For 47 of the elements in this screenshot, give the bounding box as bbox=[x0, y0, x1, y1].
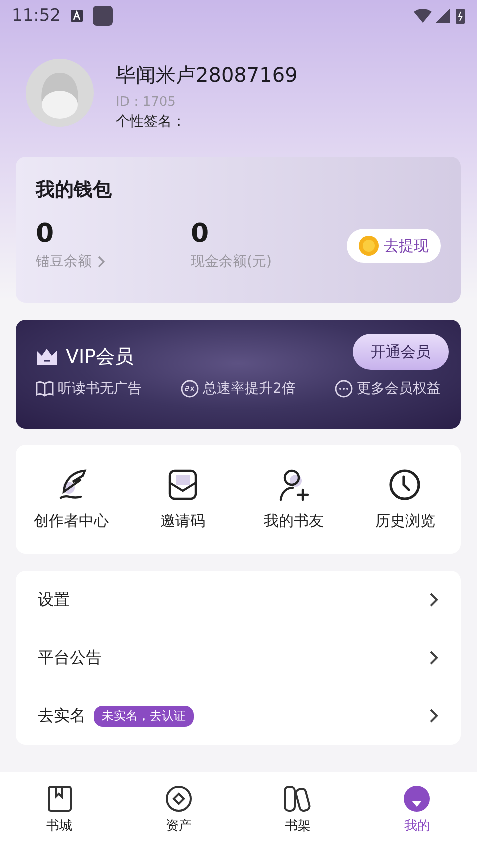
book-icon bbox=[46, 785, 73, 813]
chevron-icon bbox=[429, 708, 439, 724]
avatar[interactable] bbox=[26, 59, 94, 127]
wifi-icon bbox=[414, 9, 432, 23]
nav-tab[interactable]: 书城 bbox=[0, 772, 120, 849]
coin-icon bbox=[359, 236, 379, 256]
nav-tab[interactable]: 我的 bbox=[358, 772, 477, 849]
shortcut-label[interactable]: 我的书友 bbox=[264, 512, 324, 531]
speed-badge-icon bbox=[181, 380, 200, 398]
shortcut-label[interactable]: 历史浏览 bbox=[375, 512, 436, 531]
shortcut-label[interactable]: 创作者中心 bbox=[34, 512, 110, 531]
balance-value: 0 bbox=[36, 221, 56, 247]
menu-item[interactable]: 去实名 bbox=[38, 706, 86, 726]
clock-icon bbox=[388, 468, 422, 502]
verification-tag[interactable]: 未实名，去认证 bbox=[94, 706, 194, 726]
crown-icon bbox=[36, 348, 58, 366]
notification-icon bbox=[71, 10, 83, 22]
vip-perk: 总速率提升2倍 bbox=[203, 380, 296, 398]
balance-value: 0 bbox=[191, 221, 210, 247]
shortcut-label[interactable]: 邀请码 bbox=[160, 512, 206, 531]
more-icon bbox=[334, 380, 353, 398]
books-icon bbox=[283, 785, 314, 813]
wallet-title: 我的钱包 bbox=[36, 178, 113, 203]
menu-item[interactable]: 设置 bbox=[38, 590, 70, 610]
open-membership-button[interactable]: 开通会员 bbox=[353, 334, 449, 370]
chevron-icon bbox=[429, 650, 439, 666]
vip-perk: 听读书无广告 bbox=[58, 380, 142, 398]
app-notification-icon bbox=[93, 6, 113, 26]
user-id: ID：1705 bbox=[116, 94, 177, 111]
signature-label: 个性签名： bbox=[116, 113, 187, 131]
status-time: 11:52 bbox=[12, 6, 61, 26]
chevron-icon bbox=[429, 592, 439, 608]
battery-icon bbox=[456, 8, 465, 24]
profile-icon bbox=[403, 785, 432, 813]
chevron-icon bbox=[98, 256, 106, 268]
vip-title: VIP会员 bbox=[66, 345, 134, 370]
menu-item[interactable]: 平台公告 bbox=[38, 648, 102, 668]
nav-tab[interactable]: 书架 bbox=[238, 772, 358, 849]
user-name: 毕闻米卢28087169 bbox=[116, 62, 298, 89]
add-friend-icon bbox=[277, 468, 312, 502]
signal-icon bbox=[436, 9, 450, 23]
vip-perk: 更多会员权益 bbox=[356, 380, 441, 398]
coin-icon bbox=[164, 785, 193, 813]
book-icon bbox=[36, 381, 54, 397]
balance-label: 现金余额(元) bbox=[191, 253, 272, 271]
withdraw-button[interactable]: 去提现 bbox=[347, 229, 441, 263]
nav-tab[interactable]: 资产 bbox=[119, 772, 238, 849]
